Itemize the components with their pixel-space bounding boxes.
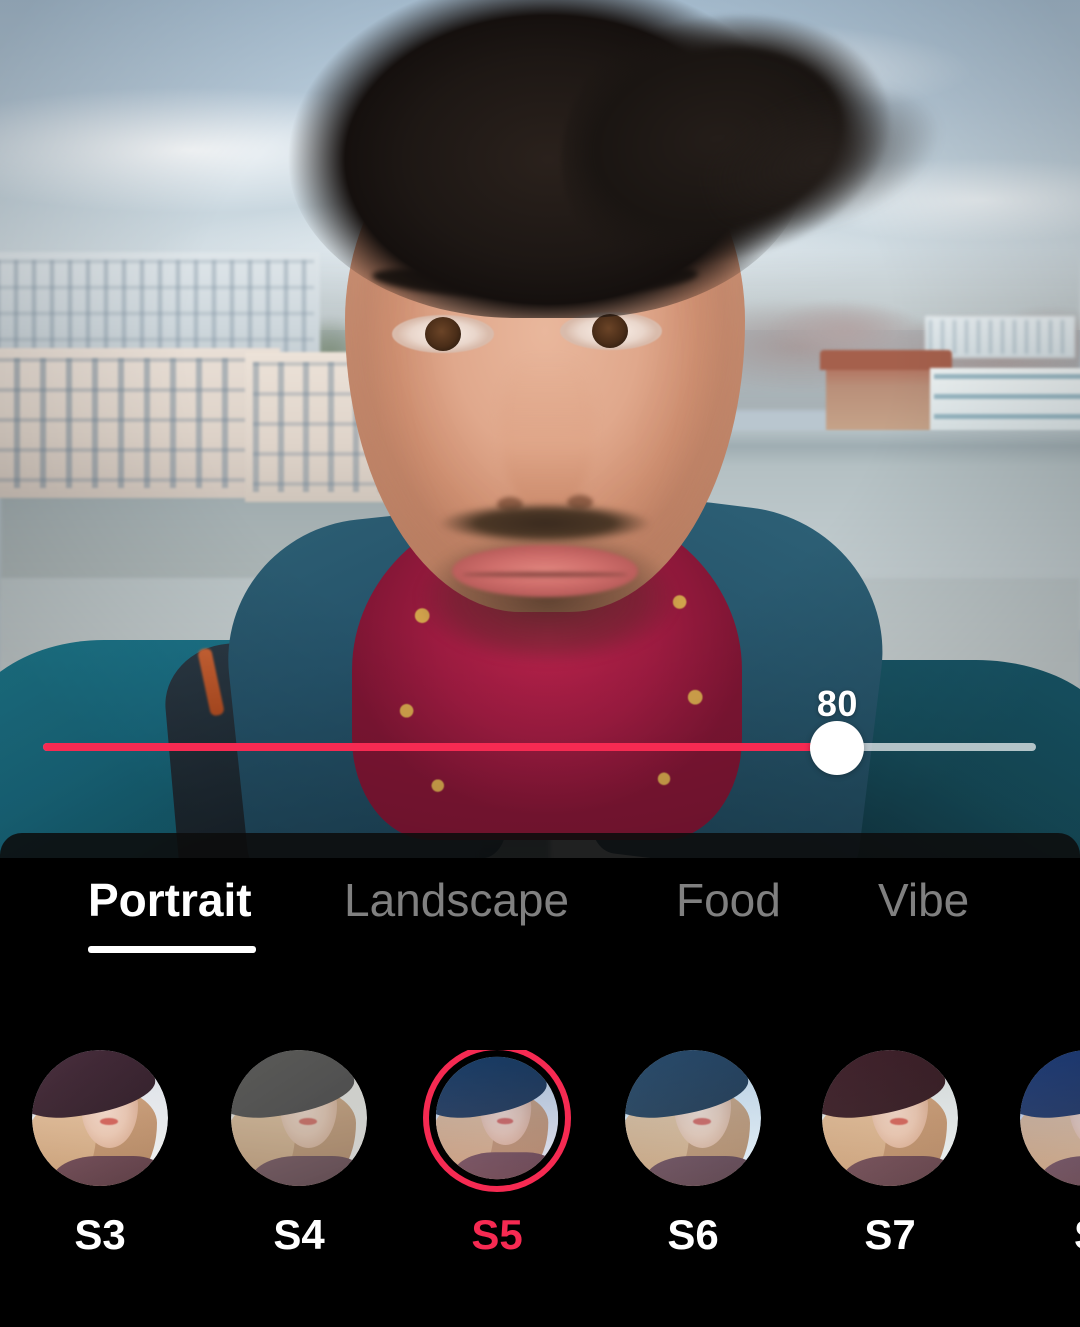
- filter-label-s3: S3: [74, 1211, 126, 1258]
- tab-portrait[interactable]: Portrait: [88, 868, 252, 932]
- filter-camera-screen: 80 Portrait Landscape Food Vibe S3 S4 S5 S6 S7 S: [0, 0, 1080, 1327]
- portrait-subject: [0, 0, 1080, 860]
- lips: [452, 545, 638, 597]
- thumb-tone-overlay: [231, 1050, 367, 1186]
- filter-label-s7: S7: [864, 1211, 916, 1258]
- filter-thumb-image: [429, 1050, 565, 1186]
- filter-thumb-s8[interactable]: S: [1020, 1050, 1080, 1258]
- filter-preview-portrait: [822, 1050, 958, 1186]
- filter-thumb-image: [231, 1050, 367, 1186]
- filter-thumb-s4[interactable]: S4: [231, 1050, 367, 1258]
- tab-food[interactable]: Food: [676, 868, 781, 932]
- active-tab-underline: [88, 946, 256, 953]
- thumb-tone-overlay: [822, 1050, 958, 1186]
- thumb-tone-overlay: [435, 1056, 559, 1180]
- filter-thumb-s7[interactable]: S7: [822, 1050, 958, 1258]
- intensity-slider[interactable]: 80: [43, 683, 1036, 775]
- filter-preview-portrait: [231, 1050, 367, 1186]
- filter-panel: Portrait Landscape Food Vibe S3 S4 S5 S6 S7 S: [0, 858, 1080, 1327]
- tab-vibe[interactable]: Vibe: [878, 868, 969, 932]
- filter-preview-portrait: [435, 1056, 559, 1180]
- slider-fill: [43, 743, 838, 751]
- filter-label-s8: S: [1020, 1212, 1080, 1258]
- photo-preview[interactable]: [0, 0, 1080, 860]
- slider-thumb[interactable]: [810, 721, 865, 775]
- filter-thumbnail-strip[interactable]: S3 S4 S5 S6 S7 S: [0, 1050, 1080, 1280]
- filter-thumb-image: [1020, 1050, 1080, 1186]
- filter-thumb-image: [32, 1050, 168, 1186]
- lip-line: [462, 572, 628, 577]
- slider-value-label: 80: [816, 683, 858, 724]
- filter-label-s4: S4: [273, 1211, 325, 1258]
- filter-preview-portrait: [1020, 1050, 1080, 1186]
- iris-left: [425, 317, 461, 351]
- iris-right: [592, 314, 628, 348]
- filter-thumb-s6[interactable]: S6: [625, 1050, 761, 1258]
- filter-thumb-image: [822, 1050, 958, 1186]
- preview-image: [0, 0, 1080, 860]
- filter-preview-portrait: [625, 1050, 761, 1186]
- category-tabs: Portrait Landscape Food Vibe: [0, 858, 1080, 958]
- thumb-tone-overlay: [625, 1050, 761, 1186]
- filter-preview-portrait: [32, 1050, 168, 1186]
- filter-thumb-s3[interactable]: S3: [32, 1050, 168, 1258]
- tab-landscape[interactable]: Landscape: [344, 868, 569, 932]
- filter-label-s6: S6: [667, 1211, 719, 1258]
- filter-thumb-s5[interactable]: S5: [429, 1050, 565, 1258]
- nose: [500, 355, 594, 515]
- filter-label-s5: S5: [471, 1211, 523, 1258]
- thumb-tone-overlay: [32, 1050, 168, 1186]
- filter-thumb-image: [625, 1050, 761, 1186]
- thumb-tone-overlay: [1020, 1050, 1080, 1186]
